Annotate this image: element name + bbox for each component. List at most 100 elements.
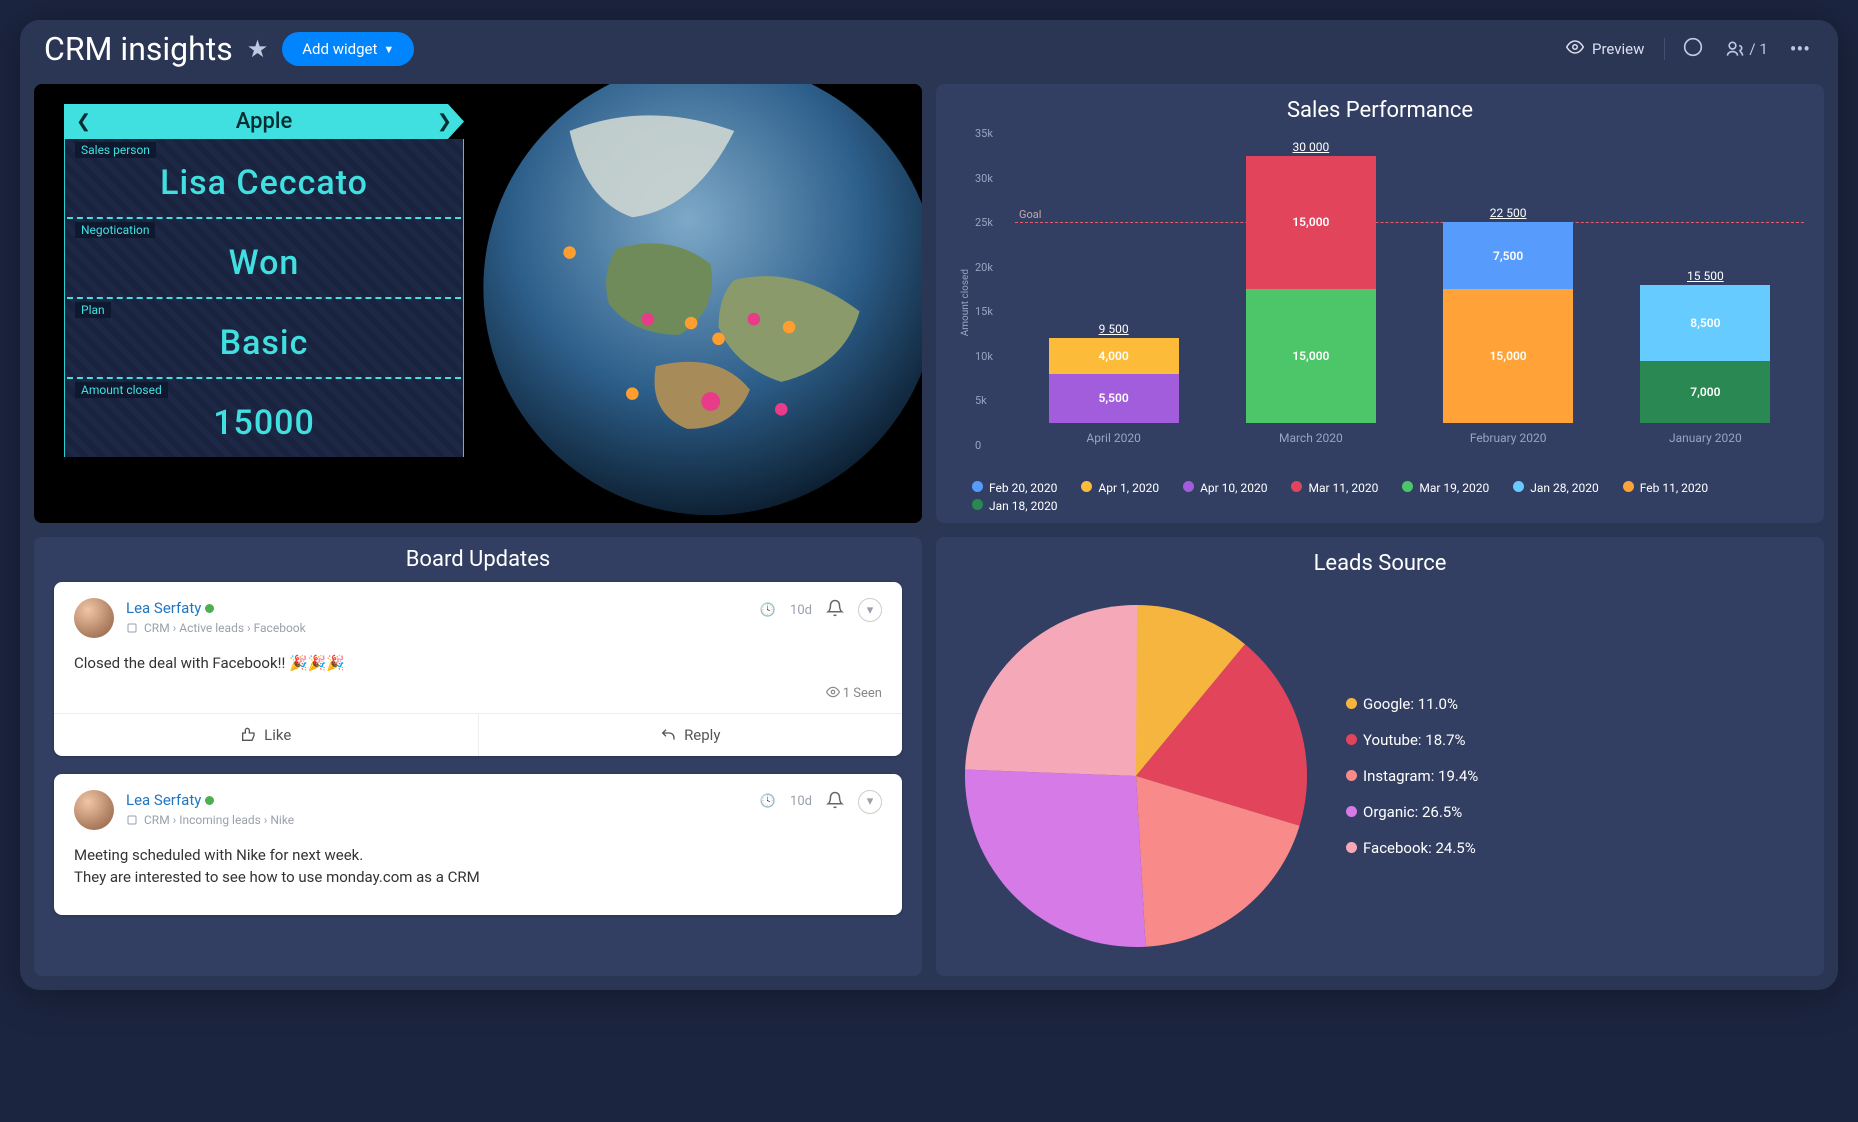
author-link[interactable]: Lea Serfaty — [126, 599, 201, 617]
update-card: Lea Serfaty CRM › Incoming leads › Nike 🕓 1… — [54, 774, 902, 915]
next-company-button[interactable]: ❯ — [437, 111, 452, 132]
bell-icon[interactable] — [826, 599, 844, 621]
x-tick: April 2020 — [1086, 431, 1140, 445]
globe-map — [452, 84, 922, 523]
legend-item: Feb 20, 2020 — [972, 481, 1057, 495]
preview-label: Preview — [1592, 40, 1644, 58]
avatar[interactable] — [74, 790, 114, 830]
bar-segment: 7,000 — [1640, 361, 1770, 423]
y-tick: 0 — [975, 439, 981, 452]
y-tick: 10k — [975, 350, 993, 363]
company-name: Apple — [236, 109, 293, 134]
clock-icon: 🕓 — [760, 794, 776, 809]
globe-field-label: Sales person — [65, 139, 463, 157]
globe-widget: ❮ Apple ❯ Sales personLisa Ceccato Negoti… — [34, 84, 922, 523]
legend-item: Youtube: 18.7% — [1346, 731, 1478, 749]
post-age: 10d — [790, 603, 812, 618]
update-card: Lea Serfaty CRM › Active leads › Facebook… — [54, 582, 902, 756]
add-widget-label: Add widget — [302, 40, 377, 58]
add-widget-button[interactable]: Add widget ▼ — [282, 32, 414, 66]
bar-segment: 8,500 — [1640, 285, 1770, 361]
pie-slice — [965, 605, 1137, 776]
bar-segment: 15,000 — [1443, 289, 1573, 423]
y-tick: 35k — [975, 127, 993, 140]
bell-icon[interactable] — [826, 791, 844, 813]
star-icon[interactable]: ★ — [247, 35, 269, 63]
prev-company-button[interactable]: ❮ — [76, 111, 91, 132]
legend-item: Instagram: 19.4% — [1346, 767, 1478, 785]
legend-item: Apr 10, 2020 — [1183, 481, 1267, 495]
globe-field-value: 15000 — [65, 397, 463, 457]
people-count: / 1 — [1749, 40, 1767, 58]
globe-field-value: Lisa Ceccato — [65, 157, 463, 217]
bar-segment: 15,000 — [1246, 156, 1376, 290]
bar-total: 9 500 — [1099, 322, 1129, 336]
y-tick: 25k — [975, 216, 993, 229]
updates-title: Board Updates — [54, 547, 902, 572]
chevron-down-icon: ▼ — [383, 43, 394, 56]
post-menu-button[interactable]: ▾ — [858, 790, 882, 814]
bar-segment: 5,500 — [1049, 374, 1179, 423]
bar-total: 22 500 — [1490, 206, 1527, 220]
chat-icon[interactable] — [1679, 37, 1707, 62]
bar-column: 30 000 15,00015,000 March 2020 — [1246, 140, 1376, 445]
leads-pie-chart — [956, 596, 1316, 956]
avatar[interactable] — [74, 598, 114, 638]
post-menu-button[interactable]: ▾ — [858, 598, 882, 622]
sales-performance-widget: Sales Performance Amount closed 0 5k 10k 15… — [936, 84, 1824, 523]
post-body: Closed the deal with Facebook!! 🎉🎉🎉 — [74, 652, 882, 675]
preview-button[interactable]: Preview — [1566, 38, 1665, 60]
online-status-icon — [205, 604, 214, 613]
reply-button[interactable]: Reply — [479, 714, 903, 756]
leads-title: Leads Source — [956, 551, 1804, 576]
seen-count: 1 Seen — [74, 685, 882, 701]
legend-item: Organic: 26.5% — [1346, 803, 1478, 821]
leads-legend: Google: 11.0% Youtube: 18.7% Instagram: 19… — [1346, 695, 1478, 857]
y-tick: 30k — [975, 172, 993, 185]
leads-source-widget: Leads Source Google: 11.0% Youtube: 18.7%… — [936, 537, 1824, 976]
x-tick: March 2020 — [1279, 431, 1343, 445]
breadcrumb[interactable]: CRM › Incoming leads › Nike — [126, 813, 294, 827]
legend-item: Facebook: 24.5% — [1346, 839, 1478, 857]
author-link[interactable]: Lea Serfaty — [126, 791, 201, 809]
legend-item: Feb 11, 2020 — [1623, 481, 1708, 495]
x-tick: February 2020 — [1470, 431, 1547, 445]
clock-icon: 🕓 — [760, 603, 776, 618]
legend-item: Mar 19, 2020 — [1402, 481, 1489, 495]
bar-segment: 7,500 — [1443, 222, 1573, 289]
bar-segment: 4,000 — [1049, 338, 1179, 374]
globe-field-value: Basic — [65, 317, 463, 377]
more-icon[interactable]: ••• — [1786, 37, 1814, 61]
bar-column: 22 500 15,0007,500 February 2020 — [1443, 206, 1573, 445]
legend-item: Mar 11, 2020 — [1291, 481, 1378, 495]
legend-item: Google: 11.0% — [1346, 695, 1478, 713]
bar-segment: 15,000 — [1246, 289, 1376, 423]
like-button[interactable]: Like — [54, 714, 479, 756]
pie-slice — [965, 770, 1146, 947]
globe-field-value: Won — [65, 237, 463, 297]
bar-total: 30 000 — [1293, 140, 1330, 154]
eye-icon — [1566, 38, 1584, 60]
dashboard-header: CRM insights ★ Add widget ▼ Preview / 1 … — [20, 20, 1838, 78]
globe-field-label: Negotication — [65, 219, 463, 237]
legend-item: Jan 28, 2020 — [1513, 481, 1599, 495]
post-age: 10d — [790, 794, 812, 809]
people-button[interactable]: / 1 — [1721, 39, 1771, 59]
sales-bar-chart: 05k10k15k20k25k30k35kGoal9 5005,5004,000… — [975, 133, 1804, 473]
y-tick: 5k — [975, 394, 987, 407]
sales-legend: Feb 20, 2020Apr 1, 2020Apr 10, 2020Mar 1… — [956, 473, 1804, 513]
page-title: CRM insights — [44, 30, 233, 68]
bar-total: 15 500 — [1687, 269, 1724, 283]
globe-field-label: Plan — [65, 299, 463, 317]
globe-info-card: ❮ Apple ❯ Sales personLisa Ceccato Negoti… — [64, 104, 464, 457]
bar-column: 15 500 7,0008,500 January 2020 — [1640, 269, 1770, 445]
y-tick: 15k — [975, 305, 993, 318]
y-tick: 20k — [975, 261, 993, 274]
x-tick: January 2020 — [1669, 431, 1742, 445]
y-axis-label: Amount closed — [956, 269, 975, 336]
breadcrumb[interactable]: CRM › Active leads › Facebook — [126, 621, 306, 635]
legend-item: Jan 18, 2020 — [972, 499, 1058, 513]
online-status-icon — [205, 796, 214, 805]
globe-field-label: Amount closed — [65, 379, 463, 397]
sales-title: Sales Performance — [956, 98, 1804, 123]
